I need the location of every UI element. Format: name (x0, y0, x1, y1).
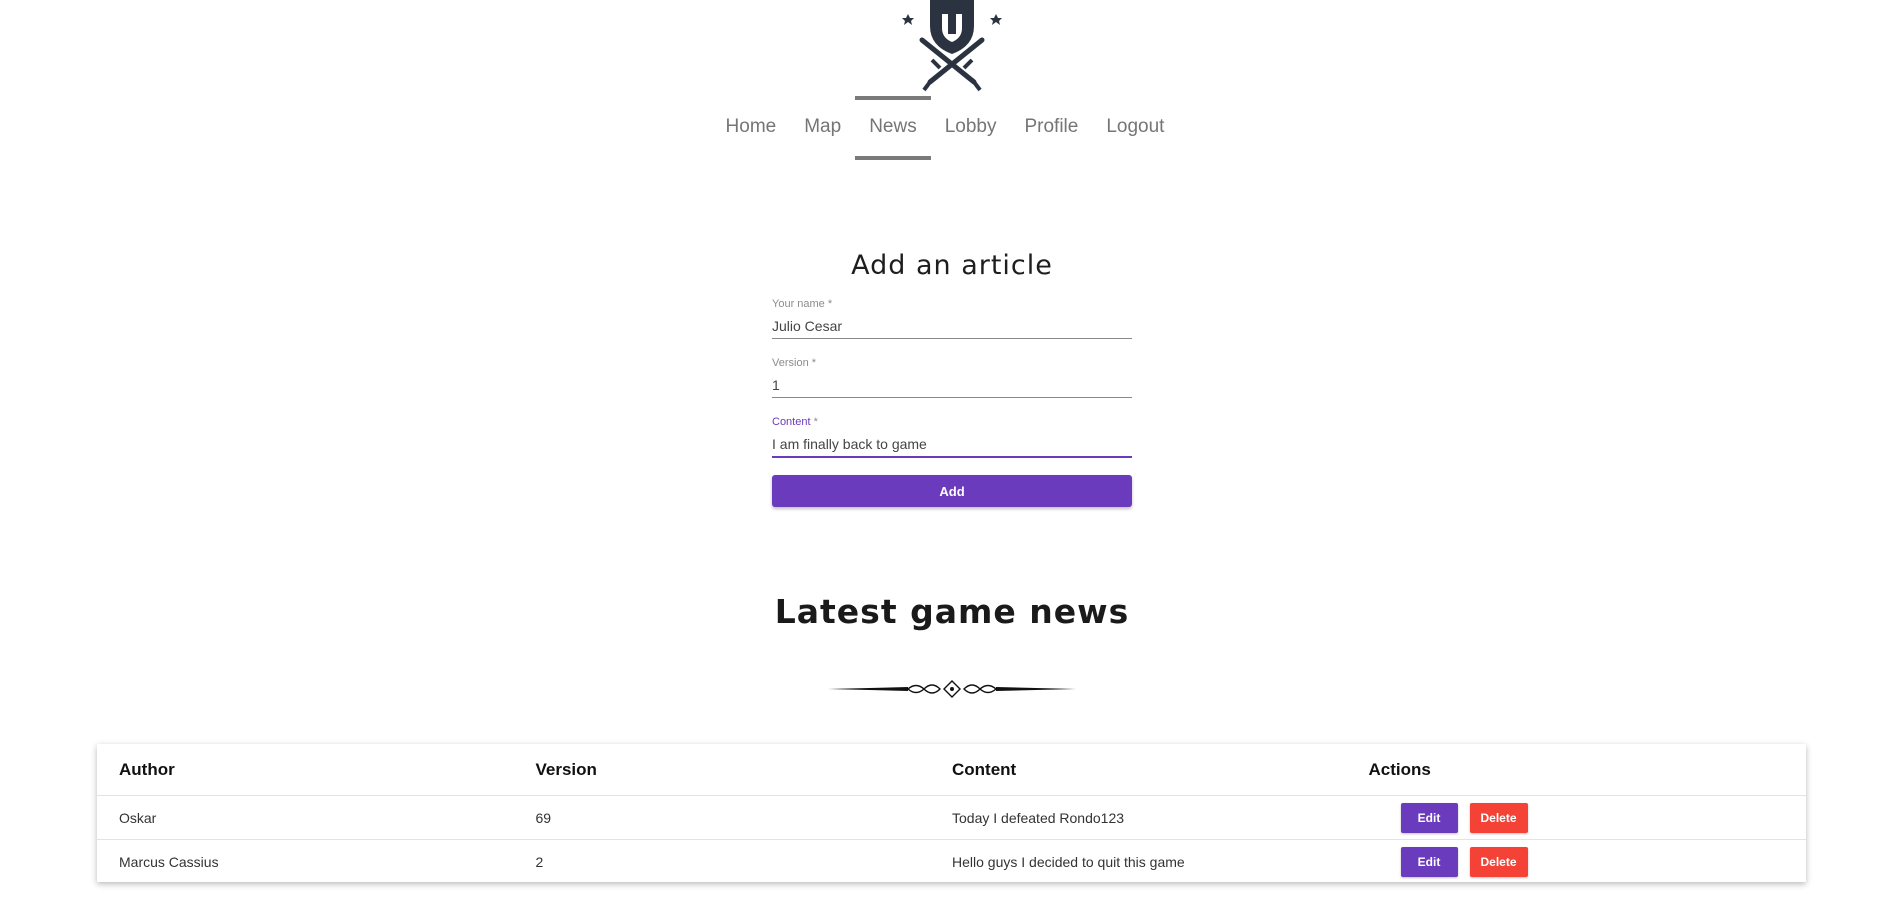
author-name-field[interactable]: Your name * Julio Cesar (772, 298, 1132, 339)
nav-map[interactable]: Map (790, 96, 855, 160)
content-field[interactable]: Content * I am finally back to game (772, 416, 1132, 458)
nav-lobby[interactable]: Lobby (931, 96, 1011, 160)
news-table: Author Version Content Actions Oskar 69 … (97, 744, 1806, 882)
add-article-button[interactable]: Add (772, 475, 1132, 507)
required-mark: * (813, 416, 818, 428)
author-name-label: Your name (772, 298, 825, 310)
version-input[interactable]: 1 (772, 377, 1132, 395)
content-input[interactable]: I am finally back to game (772, 436, 1132, 454)
nav-news[interactable]: News (855, 96, 931, 160)
version-field[interactable]: Version * 1 (772, 357, 1132, 398)
column-content: Content (952, 759, 1017, 779)
content-label: Content (772, 416, 811, 428)
ornamental-divider-icon (828, 680, 1076, 698)
table-header: Author Version Content Actions (97, 744, 1806, 796)
row-actions: Edit Delete (1347, 802, 1764, 833)
nav-logout[interactable]: Logout (1092, 96, 1178, 160)
column-actions: Actions (1368, 759, 1431, 779)
main-nav: Home Map News Lobby Profile Logout (0, 96, 1904, 160)
author-name-input[interactable]: Julio Cesar (772, 318, 1132, 336)
table-row: Marcus Cassius 2 Hello guys I decided to… (97, 840, 1806, 883)
delete-button[interactable]: Delete (1469, 802, 1528, 833)
version-label: Version (772, 357, 809, 369)
column-author: Author (119, 759, 175, 779)
row-version: 2 (535, 853, 544, 870)
nav-profile[interactable]: Profile (1010, 96, 1092, 160)
required-mark: * (811, 357, 817, 369)
form-title: Add an article (851, 250, 1053, 281)
delete-button[interactable]: Delete (1469, 846, 1528, 877)
row-version: 69 (535, 809, 552, 826)
row-content: Hello guys I decided to quit this game (952, 853, 1185, 870)
edit-button[interactable]: Edit (1400, 846, 1458, 877)
column-version: Version (535, 759, 597, 779)
nav-home[interactable]: Home (712, 96, 791, 160)
spartan-logo-icon (902, 0, 1002, 92)
field-underline (772, 397, 1132, 398)
field-underline (772, 338, 1132, 339)
row-author: Oskar (119, 809, 157, 826)
edit-button[interactable]: Edit (1400, 802, 1458, 833)
table-row: Oskar 69 Today I defeated Rondo123 Edit … (97, 796, 1806, 840)
row-actions: Edit Delete (1347, 846, 1764, 877)
required-mark: * (827, 298, 833, 310)
row-content: Today I defeated Rondo123 (952, 809, 1125, 826)
news-title: Latest game news (774, 592, 1130, 631)
field-underline (772, 456, 1132, 458)
row-author: Marcus Cassius (119, 853, 219, 870)
